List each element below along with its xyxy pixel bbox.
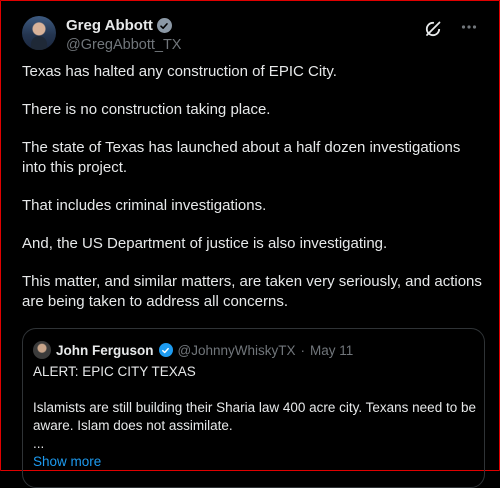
tweet-body: Texas has halted any construction of EPI…: [22, 62, 486, 330]
quoted-tweet-text: ALERT: EPIC CITY TEXAS Islamists are sti…: [33, 363, 479, 471]
tweet-paragraph: The state of Texas has launched about a …: [22, 139, 461, 176]
author-info: Greg Abbott @GregAbbott_TX: [66, 17, 181, 53]
author-avatar[interactable]: [22, 16, 56, 50]
grok-icon[interactable]: [424, 20, 442, 38]
author-handle[interactable]: @GregAbbott_TX: [66, 37, 181, 53]
quoted-line: ALERT: EPIC CITY TEXAS: [33, 364, 196, 379]
quoted-author-avatar[interactable]: [33, 341, 51, 359]
tweet-header: Greg Abbott @GregAbbott_TX: [22, 16, 480, 56]
separator-dot: ·: [300, 342, 306, 358]
tweet-paragraph: This matter, and similar matters, are ta…: [22, 273, 482, 310]
quoted-author-handle[interactable]: @JohnnyWhiskyTX: [178, 343, 296, 358]
tweet-paragraph: That includes criminal investigations.: [22, 197, 267, 214]
show-more-link[interactable]: Show more: [33, 454, 101, 469]
author-display-name[interactable]: Greg Abbott: [66, 17, 153, 34]
quoted-line: Islamists are still building their Shari…: [33, 400, 476, 433]
tweet-paragraph: And, the US Department of justice is als…: [22, 235, 388, 252]
verified-badge-icon[interactable]: [156, 18, 172, 33]
quoted-author-display-name[interactable]: John Ferguson: [56, 343, 154, 358]
tweet-paragraph: There is no construction taking place.: [22, 101, 271, 118]
quoted-line: ...: [33, 436, 45, 451]
quoted-tweet-date[interactable]: May 11: [310, 343, 353, 358]
quoted-verified-badge-icon: [158, 343, 173, 357]
quoted-tweet-header: John Ferguson @JohnnyWhiskyTX · May 11: [33, 341, 353, 359]
more-options-icon[interactable]: [460, 18, 478, 36]
tweet-paragraph: Texas has halted any construction of EPI…: [22, 63, 337, 80]
quoted-tweet[interactable]: John Ferguson @JohnnyWhiskyTX · May 11 A…: [22, 328, 485, 488]
